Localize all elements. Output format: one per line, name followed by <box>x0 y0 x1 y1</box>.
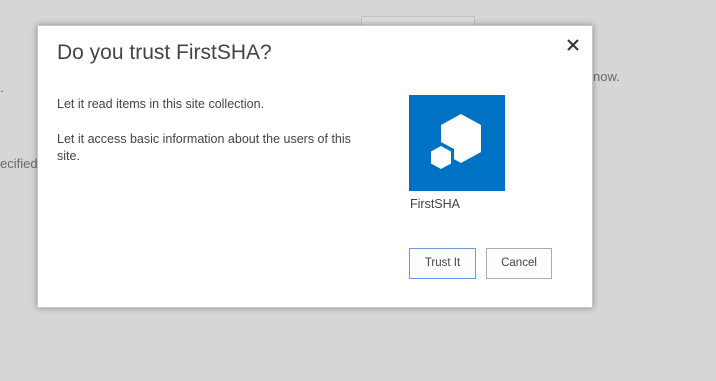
background-text-fragment: now. <box>593 69 620 84</box>
app-name: FirstSHA <box>410 197 460 211</box>
app-cube-icon <box>428 114 481 172</box>
permission-read-items: Let it read items in this site collectio… <box>57 97 265 111</box>
cancel-button[interactable]: Cancel <box>486 248 552 279</box>
close-icon <box>567 39 579 51</box>
trust-dialog: Do you trust FirstSHA? Let it read items… <box>37 25 593 308</box>
trust-it-button[interactable]: Trust It <box>409 248 476 279</box>
close-button[interactable] <box>564 36 582 54</box>
permission-user-info: Let it access basic information about th… <box>57 132 351 163</box>
dialog-title: Do you trust FirstSHA? <box>57 41 272 64</box>
background-text-fragment: . <box>0 80 4 95</box>
background-text-fragment: ecified <box>0 156 38 171</box>
app-logo <box>409 95 505 191</box>
